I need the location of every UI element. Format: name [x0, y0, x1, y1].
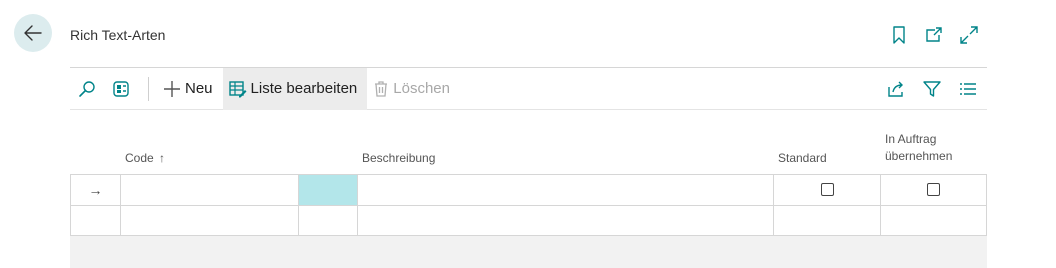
list-view-icon[interactable]: [953, 68, 983, 110]
in-order-checkbox[interactable]: [927, 183, 940, 196]
grid-footer-area: [70, 236, 987, 268]
new-button-label: Neu: [185, 80, 213, 97]
toolbar-right: [881, 68, 983, 110]
column-in-order-line1: In Auftrag: [885, 132, 937, 146]
column-header-code[interactable]: Code ↑: [125, 151, 165, 165]
top-actions: [888, 24, 980, 46]
table-row[interactable]: [71, 205, 986, 235]
cell-description[interactable]: [358, 205, 774, 235]
sort-ascending-icon: ↑: [159, 151, 166, 165]
filter-pane-icon[interactable]: [104, 68, 138, 110]
delete-label: Löschen: [393, 80, 450, 97]
cell-standard: [774, 175, 881, 205]
grid-body: →: [70, 174, 987, 236]
filter-icon[interactable]: [917, 68, 947, 110]
standard-checkbox[interactable]: [821, 183, 834, 196]
table-row[interactable]: →: [71, 175, 986, 206]
page-title: Rich Text-Arten: [70, 27, 166, 43]
cell-code[interactable]: [121, 205, 299, 235]
edit-list-icon: [228, 80, 247, 97]
column-header-standard[interactable]: Standard: [778, 151, 827, 165]
open-new-window-icon[interactable]: [923, 24, 945, 46]
delete-button[interactable]: Löschen: [367, 68, 460, 110]
bookmark-icon[interactable]: [888, 24, 910, 46]
cell-in-order[interactable]: [881, 205, 986, 235]
trash-icon: [375, 80, 388, 97]
action-bar: Neu Liste bearbeiten Löschen: [70, 67, 987, 110]
cell-blank[interactable]: [299, 205, 358, 235]
column-code-label: Code: [125, 151, 154, 165]
new-button[interactable]: Neu: [157, 68, 223, 110]
edit-list-button[interactable]: Liste bearbeiten: [222, 67, 368, 110]
expand-icon[interactable]: [958, 24, 980, 46]
plus-icon: [164, 80, 180, 97]
cell-selected[interactable]: [299, 175, 358, 205]
cell-in-order: [881, 175, 986, 205]
column-in-order-line2: übernehmen: [885, 149, 953, 163]
search-icon[interactable]: [70, 68, 104, 110]
grid-header: Code ↑ Beschreibung Standard In Auftrag …: [70, 120, 987, 174]
cell-code[interactable]: [121, 175, 299, 205]
edit-list-label: Liste bearbeiten: [250, 80, 358, 97]
cell-description[interactable]: [358, 175, 774, 205]
back-button[interactable]: [14, 14, 52, 52]
row-indicator-arrow-icon: →: [71, 175, 121, 205]
share-icon[interactable]: [881, 68, 911, 110]
arrow-left-icon: [24, 25, 42, 41]
list-grid: Code ↑ Beschreibung Standard In Auftrag …: [70, 120, 987, 174]
column-header-in-order[interactable]: In Auftrag übernehmen: [885, 131, 952, 165]
toolbar-divider: [148, 76, 149, 101]
cell-standard[interactable]: [774, 205, 881, 235]
cell-indicator: [71, 205, 121, 235]
column-header-description[interactable]: Beschreibung: [362, 151, 435, 165]
